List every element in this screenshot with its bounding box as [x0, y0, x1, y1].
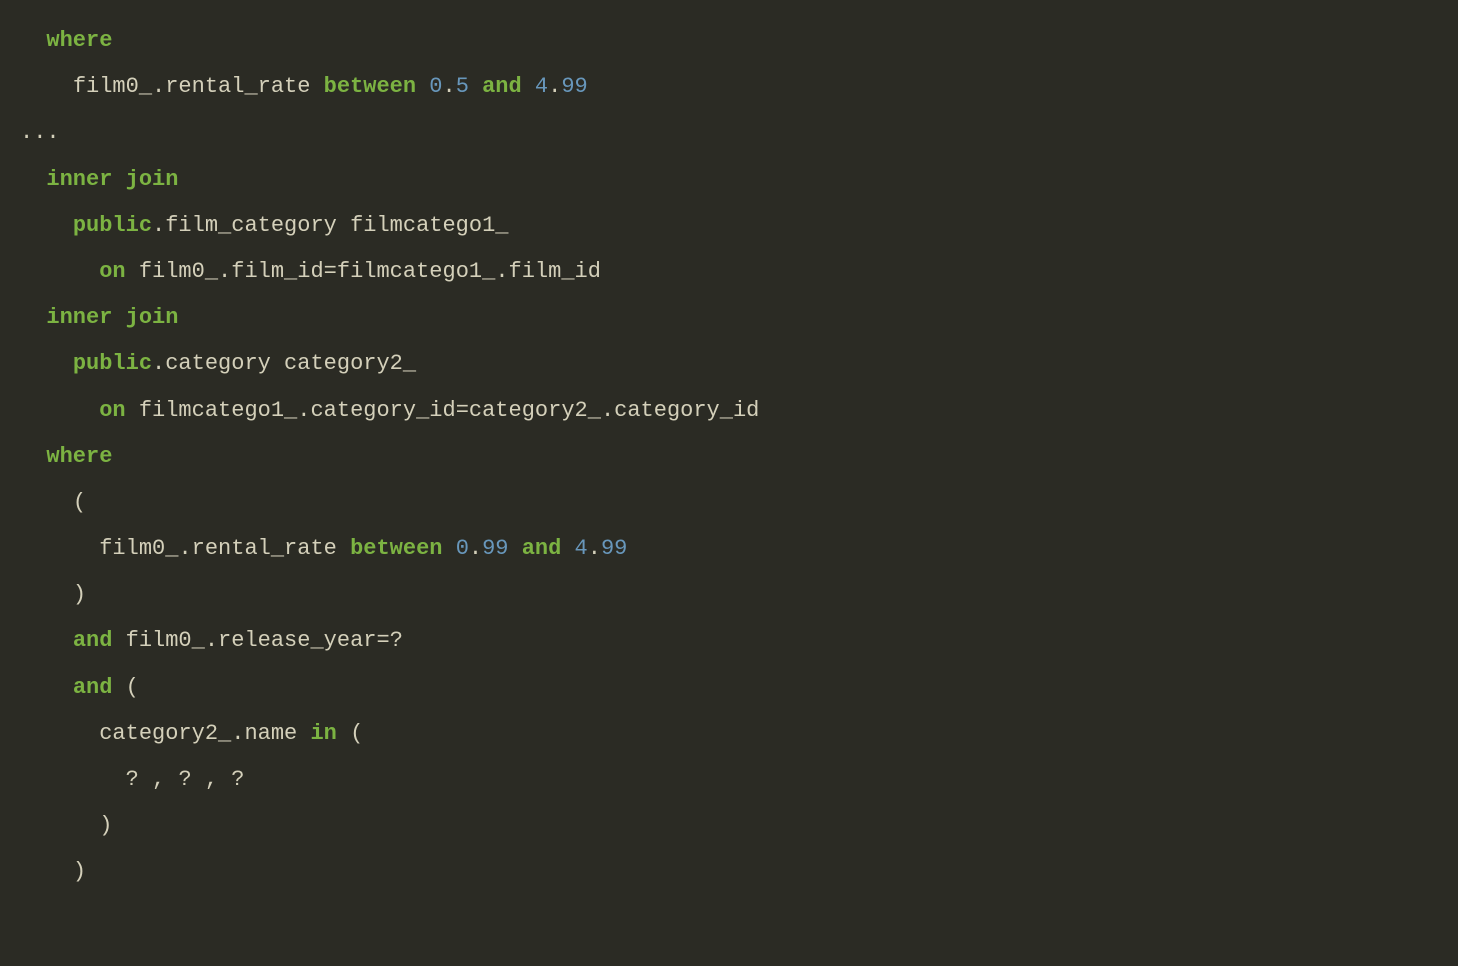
- code-line: on film0_.film_id=filmcatego1_.film_id: [20, 259, 614, 284]
- code-line: film0_.rental_rate between 0.5 and 4.99: [20, 74, 588, 99]
- code-line: on filmcatego1_.category_id=category2_.c…: [20, 398, 773, 423]
- code-line: and (: [20, 675, 139, 700]
- code-line: public.category category2_: [20, 351, 429, 376]
- code-line: ): [20, 813, 112, 838]
- code-line: (: [20, 490, 86, 515]
- code-line: ...: [20, 120, 60, 145]
- code-line: where: [20, 444, 112, 469]
- code-line: ? , ? , ?: [20, 767, 244, 792]
- code-block: where film0_.rental_rate between 0.5 and…: [20, 18, 1438, 896]
- code-line: inner join: [20, 167, 178, 192]
- code-line: category2_.name in (: [20, 721, 363, 746]
- code-line: where: [20, 28, 112, 53]
- code-line: inner join: [20, 305, 178, 330]
- code-line: ): [20, 859, 86, 884]
- code-line: film0_.rental_rate between 0.99 and 4.99: [20, 536, 627, 561]
- code-line: and film0_.release_year=?: [20, 628, 416, 653]
- code-line: public.film_category filmcatego1_: [20, 213, 522, 238]
- code-line: ): [20, 582, 99, 607]
